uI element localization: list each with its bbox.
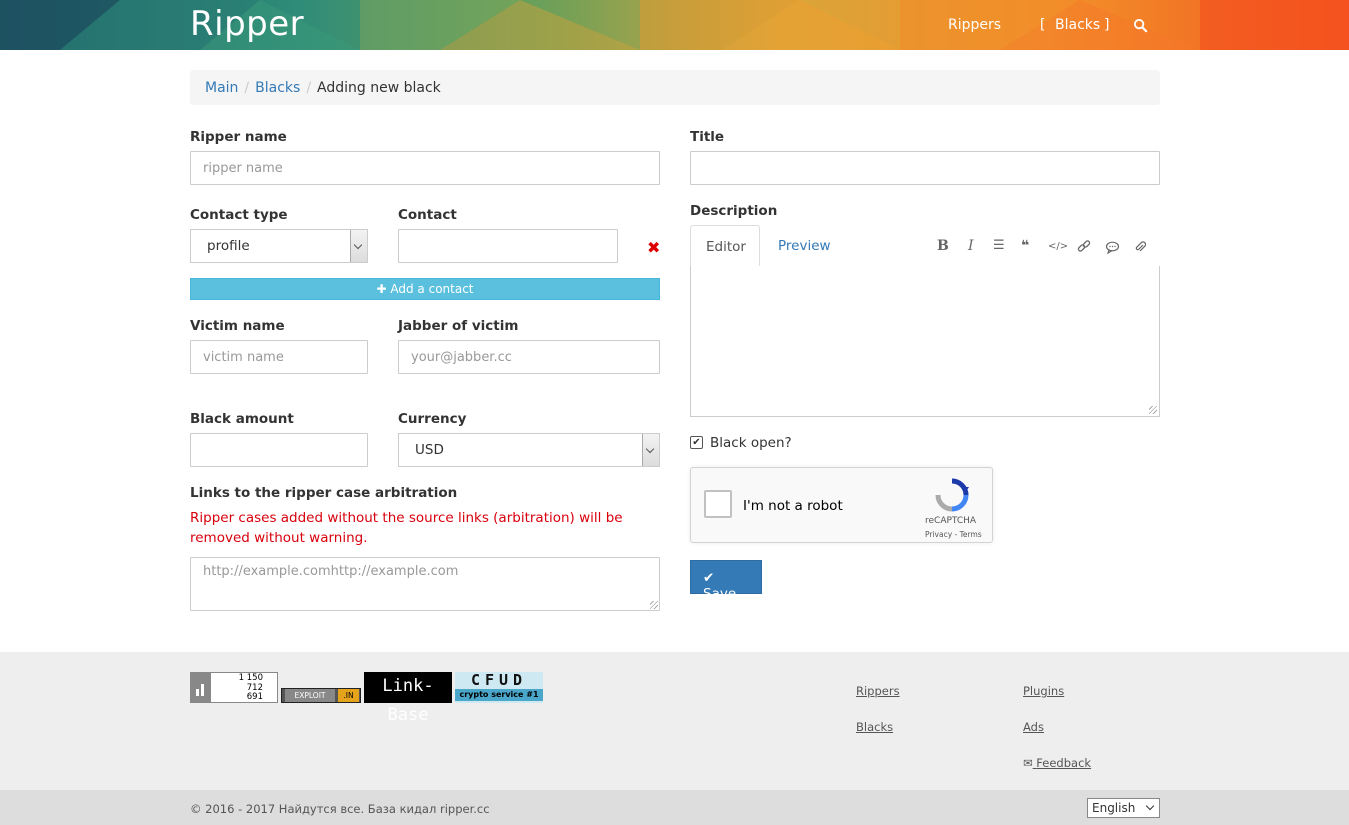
title-label: Title (690, 129, 725, 145)
contact-type-value: profile (207, 238, 250, 254)
currency-label: Currency (398, 411, 467, 427)
linkbase-badge[interactable]: Link-Base (364, 672, 452, 725)
description-label: Description (690, 203, 778, 219)
save-button[interactable]: ✔ Save (690, 560, 762, 602)
bold-icon[interactable]: B (937, 238, 949, 254)
victim-name-input[interactable] (190, 340, 368, 374)
ripper-name-input[interactable] (190, 151, 660, 185)
breadcrumb-blacks[interactable]: Blacks (255, 80, 300, 96)
chevron-down-icon (642, 434, 659, 466)
resize-grip-icon[interactable] (650, 601, 658, 609)
breadcrumb-main[interactable]: Main (205, 80, 238, 96)
recaptcha-checkbox[interactable] (704, 490, 732, 518)
chevron-down-icon (350, 230, 367, 262)
counter-badge[interactable]: 1 150 712 691 (190, 672, 278, 703)
bottom-bar: © 2016 - 2017 Найдутся все. База кидал r… (0, 790, 1349, 825)
resize-grip-icon[interactable] (1149, 406, 1157, 414)
description-editor[interactable] (690, 266, 1160, 417)
footer-link-plugins[interactable]: Plugins (1023, 684, 1064, 698)
black-open-checkbox[interactable]: ✔ (690, 436, 703, 449)
black-amount-input[interactable] (190, 433, 368, 467)
code-icon[interactable]: </> (1048, 241, 1068, 252)
footer-link-blacks[interactable]: Blacks (856, 720, 893, 734)
comment-icon[interactable] (1105, 241, 1120, 254)
cfud-text: CFUD (470, 671, 528, 689)
recaptcha-logo-icon (935, 478, 969, 512)
tab-preview[interactable]: Preview (763, 225, 846, 267)
add-contact-button[interactable]: ✚ Add a contact (190, 278, 660, 300)
recaptcha-text: I'm not a robot (743, 498, 843, 514)
tab-editor[interactable]: Editor (690, 225, 760, 267)
links-label: Links to the ripper case arbitration (190, 485, 458, 501)
breadcrumb-separator: / (306, 80, 312, 96)
plus-icon: ✚ (376, 282, 387, 296)
ripper-name-label: Ripper name (190, 129, 287, 145)
remove-contact-icon[interactable]: ✖ (647, 238, 660, 257)
footer-link-rippers[interactable]: Rippers (856, 684, 900, 698)
cfud-badge[interactable]: CFUD crypto service #1 (455, 672, 543, 703)
chevron-down-icon (1145, 801, 1155, 811)
exploit-suffix: .IN (338, 689, 359, 702)
search-icon[interactable] (1133, 18, 1148, 33)
language-select[interactable]: English (1087, 798, 1160, 818)
save-label: Save (703, 586, 737, 602)
jabber-label: Jabber of victim (398, 318, 519, 334)
nav-bracket-close: ] (1104, 17, 1110, 33)
nav-rippers[interactable]: Rippers (948, 17, 1001, 33)
victim-name-label: Victim name (190, 318, 285, 334)
copyright-text: © 2016 - 2017 Найдутся все. База кидал r… (190, 802, 490, 816)
black-amount-label: Black amount (190, 411, 294, 427)
brand-logo[interactable]: Ripper (190, 4, 304, 44)
language-value: English (1092, 801, 1136, 815)
cfud-subtitle: crypto service #1 (455, 689, 543, 701)
link-icon[interactable] (1077, 240, 1091, 254)
contact-input[interactable] (398, 229, 618, 263)
links-warning: Ripper cases added without the source li… (190, 510, 623, 546)
counter-values: 1 150 712 691 (239, 673, 263, 703)
attachment-icon[interactable] (1134, 240, 1146, 254)
breadcrumb-current: Adding new black (317, 80, 441, 96)
links-textarea[interactable] (190, 557, 660, 611)
black-open-label[interactable]: Black open? (710, 435, 792, 451)
list-icon[interactable]: ☰ (993, 238, 1005, 253)
chart-icon (191, 673, 211, 702)
exploit-text: EXPLOIT (285, 689, 335, 702)
exploit-badge[interactable]: EXPLOIT .IN (281, 688, 361, 703)
nav-bracket-open: [ (1040, 17, 1046, 33)
recaptcha-brand: reCAPTCHA (925, 516, 977, 526)
quote-icon[interactable]: ❝ (1021, 238, 1029, 254)
currency-value: USD (415, 442, 444, 458)
contact-label: Contact (398, 207, 457, 223)
check-icon: ✔ (703, 570, 715, 586)
top-navbar: Ripper Rippers [ Blacks ] (0, 0, 1349, 50)
italic-icon[interactable]: I (968, 238, 974, 254)
envelope-icon: ✉ (1023, 756, 1033, 770)
title-input[interactable] (690, 151, 1160, 185)
feedback-label: Feedback (1036, 756, 1092, 770)
recaptcha-widget: I'm not a robot reCAPTCHA Privacy - Term… (690, 467, 993, 543)
footer-link-feedback[interactable]: ✉ Feedback (1023, 756, 1091, 770)
footer: 1 150 712 691 EXPLOIT .IN Link-Base CFUD… (0, 652, 1349, 790)
currency-select[interactable]: USD (398, 433, 660, 467)
counter-line-3: 691 (246, 692, 263, 702)
jabber-input[interactable] (398, 340, 660, 374)
footer-link-ads[interactable]: Ads (1023, 720, 1044, 734)
breadcrumb-separator: / (244, 80, 250, 96)
breadcrumb: Main / Blacks / Adding new black (190, 70, 1160, 105)
contact-type-select[interactable]: profile (190, 229, 368, 263)
nav-blacks[interactable]: Blacks (1055, 17, 1100, 33)
contact-type-label: Contact type (190, 207, 288, 223)
recaptcha-terms[interactable]: Privacy - Terms (925, 530, 982, 539)
add-contact-label: Add a contact (390, 282, 474, 296)
